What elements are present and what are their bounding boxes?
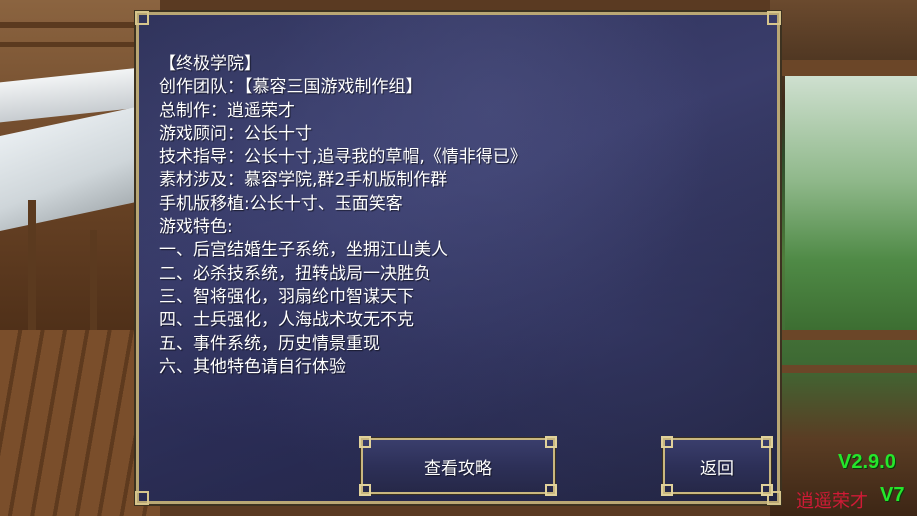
button-corner — [359, 484, 371, 496]
feature-line: 一、后宫结婚生子系统，坐拥江山美人 — [159, 240, 448, 261]
credits-line: 素材涉及：慕容学院,群2手机版制作群 — [159, 170, 448, 191]
button-corner — [545, 436, 557, 448]
credits-line: 总制作：逍遥荣才 — [159, 100, 295, 121]
feature-line: 五、事件系统，历史情景重现 — [159, 333, 380, 354]
v7-label: V7 — [880, 484, 905, 506]
button-corner — [661, 484, 673, 496]
credits-text: 【终极学院】 创作团队：【慕容三国游戏制作组】 总制作：逍遥荣才 游戏顾问：公长… — [159, 53, 527, 379]
view-guide-label: 查看攻略 — [424, 458, 492, 479]
credits-line: 技术指导：公长十寸,追寻我的草帽,《情非得已》 — [159, 147, 527, 168]
back-button[interactable]: 返回 — [661, 436, 773, 496]
beam — [0, 22, 140, 28]
garden-window — [785, 75, 917, 340]
railing — [780, 330, 917, 340]
back-label: 返回 — [700, 458, 734, 479]
button-corner — [761, 484, 773, 496]
info-panel: 【终极学院】 创作团队：【慕容三国游戏制作组】 总制作：逍遥荣才 游戏顾问：公长… — [134, 10, 782, 506]
version-label: V2.9.0 — [838, 451, 896, 473]
button-corner — [545, 484, 557, 496]
railing — [780, 365, 917, 373]
button-corner — [761, 436, 773, 448]
credits-line: 【终极学院】 — [159, 54, 261, 74]
view-guide-button[interactable]: 查看攻略 — [359, 436, 557, 496]
feature-line: 三、智将强化，羽扇纶巾智谋天下 — [159, 286, 414, 307]
button-corner — [359, 436, 371, 448]
author-watermark: 逍遥荣才 — [796, 491, 868, 512]
beam — [0, 42, 135, 47]
credits-line: 手机版移植:公长十寸、玉面笑客 — [159, 193, 403, 214]
feature-line: 六、其他特色请自行体验 — [159, 356, 346, 377]
panel-corner — [135, 491, 149, 505]
railing — [780, 60, 917, 76]
button-corner — [661, 436, 673, 448]
panel-corner — [135, 11, 149, 25]
credits-line: 游戏特色: — [159, 217, 233, 238]
credits-line: 游戏顾问：公长十寸 — [159, 123, 312, 144]
feature-line: 四、士兵强化，人海战术攻无不克 — [159, 310, 414, 331]
panel-corner — [767, 11, 781, 25]
credits-line: 创作团队：【慕容三国游戏制作组】 — [159, 77, 423, 98]
feature-line: 二、必杀技系统，扭转战局一决胜负 — [159, 263, 431, 284]
